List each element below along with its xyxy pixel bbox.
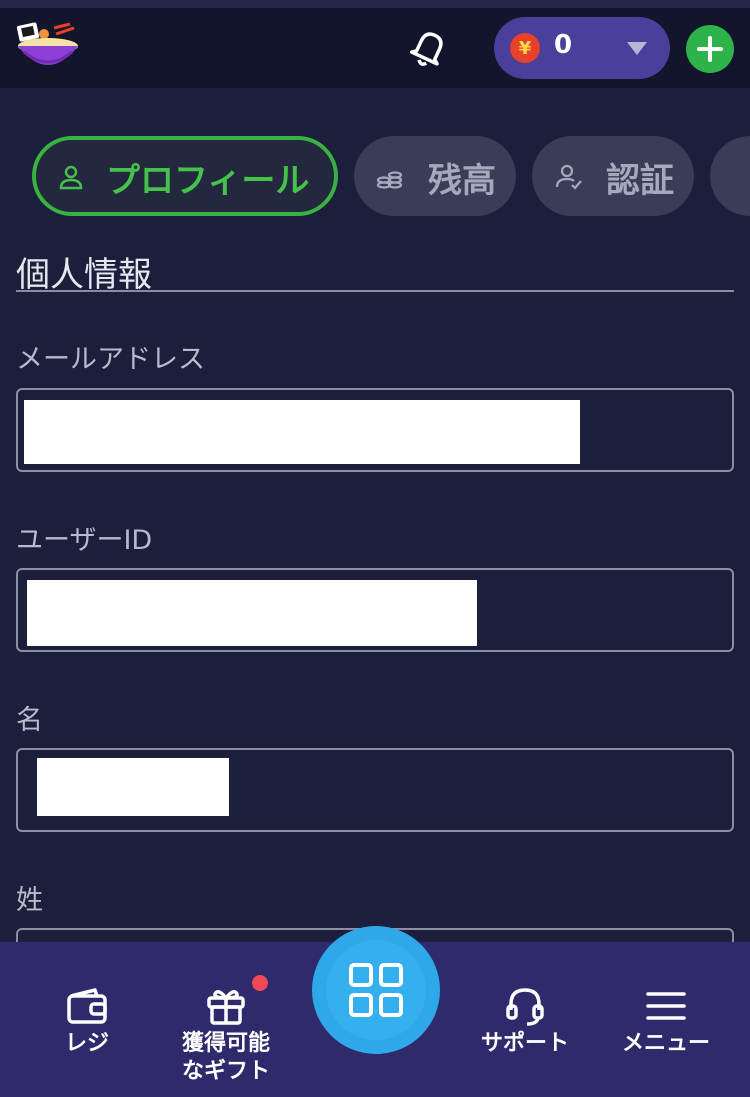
- coins-icon: [376, 171, 403, 189]
- logo-ramen-bowl-icon[interactable]: [14, 22, 82, 76]
- user-id-field[interactable]: [16, 568, 734, 652]
- top-bar: ¥ 0: [0, 0, 750, 88]
- tab-profile[interactable]: プロフィール: [32, 136, 338, 216]
- status-strip: [0, 0, 750, 8]
- nav-support[interactable]: サポート: [474, 986, 576, 1058]
- nav-menu-label: メニュー: [621, 1031, 710, 1056]
- nav-gifts-label-line1: 獲得可能: [181, 1031, 270, 1056]
- notification-bell-icon[interactable]: [405, 24, 453, 72]
- headset-icon: [506, 988, 544, 1026]
- yen-coin-icon: ¥: [510, 33, 540, 63]
- balance-value: 0: [554, 30, 573, 60]
- tab-verification[interactable]: 認証: [532, 136, 694, 216]
- nav-cashier-label: レジ: [64, 1031, 109, 1056]
- tab-profile-label: プロフィール: [106, 161, 310, 201]
- games-grid-button[interactable]: [312, 926, 440, 1054]
- section-divider: [16, 290, 734, 292]
- tab-balance[interactable]: 残高: [354, 136, 516, 216]
- nav-cashier[interactable]: レジ: [50, 986, 124, 1058]
- redacted-value: [24, 400, 580, 464]
- nav-gifts[interactable]: 獲得可能 なギフト: [172, 986, 280, 1086]
- nav-support-label: サポート: [480, 1031, 569, 1056]
- tab-balance-label: 残高: [428, 161, 496, 201]
- first-name-label: 名: [16, 705, 43, 736]
- nav-menu[interactable]: メニュー: [614, 986, 718, 1058]
- redacted-value: [27, 580, 477, 646]
- notification-dot: [252, 975, 268, 991]
- deposit-plus-button[interactable]: [686, 25, 734, 73]
- gift-icon: [207, 990, 245, 1025]
- email-label: メールアドレス: [16, 344, 205, 375]
- games-grid-button-inner: [326, 940, 426, 1040]
- balance-dropdown[interactable]: ¥ 0: [494, 17, 670, 79]
- last-name-label: 姓: [16, 885, 43, 916]
- tab-verification-label: 認証: [606, 161, 674, 201]
- nav-gifts-label-line2: なギフト: [181, 1059, 270, 1084]
- section-title: 個人情報: [16, 255, 152, 295]
- user-icon: [59, 165, 83, 190]
- user-id-label: ユーザーID: [16, 525, 153, 556]
- hamburger-menu-icon: [646, 992, 686, 1020]
- email-field[interactable]: [16, 388, 734, 472]
- redacted-value: [37, 758, 229, 816]
- profile-tabs: プロフィール 残高 認証: [0, 136, 750, 216]
- tab-more-partial[interactable]: [710, 136, 750, 216]
- first-name-field[interactable]: [16, 748, 734, 832]
- chevron-down-icon: [627, 42, 647, 55]
- user-check-icon: [555, 164, 582, 190]
- grid-icon: [349, 963, 403, 1017]
- wallet-icon: [67, 988, 107, 1024]
